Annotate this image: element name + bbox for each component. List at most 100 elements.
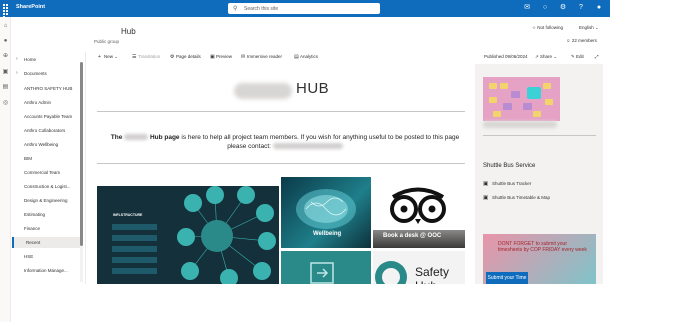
safety-label: Safety Hub — [415, 265, 450, 284]
translation-label: Translation — [138, 54, 161, 59]
search-icon: ⚲ — [233, 6, 238, 12]
redacted-name — [124, 134, 149, 141]
nav-item-construction-logistics[interactable]: Construction & Logist... — [12, 181, 80, 192]
language-selector[interactable]: English ⌄ — [579, 25, 599, 31]
redacted-site-name — [234, 83, 292, 99]
add-icon[interactable]: ⊕ — [2, 53, 9, 60]
app-rail: ⌂ ● ⊕ ▣ ▤ ◎ — [0, 17, 11, 322]
nav-scrollbar-thumb[interactable] — [80, 62, 83, 246]
site-subtitle: Public group — [94, 39, 120, 44]
nav-item-hse[interactable]: HSE — [12, 251, 80, 262]
keyboard-illustration — [483, 77, 560, 121]
preview-label: Preview — [216, 54, 233, 59]
help-icon[interactable]: ? — [576, 3, 586, 13]
intro-public: The — [110, 134, 123, 141]
immersive-reader-label: Immersive reader — [247, 54, 283, 59]
share-button[interactable]: ↗ Share ⌄ — [535, 54, 557, 60]
page-scrollbar[interactable] — [603, 64, 607, 284]
submit-time-button[interactable]: Submit your Time — [486, 272, 528, 284]
nav-item-recent[interactable]: Recent — [12, 237, 80, 248]
chevron-right-icon[interactable]: › — [16, 54, 18, 65]
home-icon[interactable]: ⌂ — [2, 23, 9, 30]
shuttle-heading: Shuttle Bus Service — [483, 163, 536, 169]
nav-item-bim[interactable]: BIM — [12, 153, 80, 164]
preview-button[interactable]: ▣Preview — [210, 54, 232, 60]
nav-item-anthro-collaborators[interactable]: Anthro Collaborators — [12, 125, 80, 136]
pink-keyboard-image[interactable] — [483, 77, 560, 121]
book-desk-tile[interactable]: Book a desk @ OOC — [373, 177, 465, 248]
search-box[interactable]: ⚲ Search this site — [228, 3, 380, 14]
globe-icon[interactable]: ● — [2, 38, 9, 45]
follow-button[interactable]: ☆ Not following — [532, 25, 563, 31]
edit-label: Edit — [576, 54, 584, 59]
wellbeing-tile[interactable]: Wellbeing — [281, 177, 371, 248]
link-label: Shuttle Bus Tracker — [492, 181, 532, 186]
share-icon: ↗ — [535, 54, 539, 59]
structure-tile[interactable]: INFLSTRUCTURE — [97, 186, 279, 284]
members-count[interactable]: ☺ 22 members — [566, 38, 597, 43]
teal-tile[interactable] — [281, 251, 371, 284]
follow-label: Not following — [537, 25, 564, 30]
translation-button[interactable]: ☰ Translation — [132, 54, 160, 60]
intro-hub-page: Hub page — [149, 134, 180, 141]
nav-item-anthro-wellbeing[interactable]: Anthro Wellbeing — [12, 139, 80, 150]
megaphone-icon[interactable]: ✉ — [522, 3, 532, 13]
divider — [483, 135, 596, 136]
suite-bar: SharePoint ⚲ Search this site ✉ ○ ⚙ ? ● — [0, 0, 610, 18]
bus-icon: ▣ — [483, 195, 489, 201]
new-label: New — [104, 54, 114, 59]
app-name[interactable]: SharePoint — [16, 4, 45, 10]
nav-item-estimating[interactable]: Estimating — [12, 209, 80, 220]
redacted-caption — [483, 121, 557, 128]
expand-icon[interactable]: ⤢ — [595, 54, 599, 59]
site-title[interactable]: Hub — [121, 27, 136, 36]
new-button[interactable]: + New ⌄ — [98, 54, 118, 60]
link-label: Shuttle Bus Timetable & Map — [492, 195, 551, 200]
nav-item-anthro-safety-hub[interactable]: ANTHRO SAFETY HUB — [12, 83, 80, 94]
bell-icon[interactable]: ○ — [540, 3, 550, 13]
intro-text: The Hub page is here to help all project… — [105, 133, 465, 151]
shuttle-timetable-link[interactable]: ▣ Shuttle Bus Timetable & Map — [483, 195, 550, 201]
brain-image — [296, 189, 356, 229]
page-details-button[interactable]: ⚙ Page details — [170, 54, 201, 60]
search-placeholder: Search this site — [244, 5, 279, 12]
nav-label: Documents — [24, 71, 47, 76]
nav-item-finance[interactable]: Finance — [12, 223, 80, 234]
immersive-reader-button[interactable]: ✉ Immersive reader — [241, 54, 282, 60]
language-label: English — [579, 25, 594, 30]
safety-hub-tile[interactable]: Safety Hub — [373, 251, 465, 284]
published-date: Published 09/06/2024 — [484, 54, 528, 59]
members-label: 22 members — [571, 38, 597, 43]
nav-item-home[interactable]: › Home — [12, 54, 80, 65]
nav-item-anthro-admin[interactable]: Anthro Admin — [12, 97, 80, 108]
chevron-right-icon[interactable]: › — [16, 68, 18, 79]
share-label: Share — [540, 54, 553, 59]
nav-item-accounts-payable[interactable]: Accounts Payable Team — [12, 111, 80, 122]
gear-icon[interactable]: ⚙ — [558, 3, 568, 13]
nav-item-documents[interactable]: › Documents — [12, 68, 80, 79]
arrow-box-icon — [310, 262, 334, 284]
app-launcher-icon[interactable] — [3, 4, 11, 18]
timesheet-promo-text: DONT FORGET to submit your timesheets by… — [498, 241, 587, 253]
structure-label: INFLSTRUCTURE — [113, 213, 143, 217]
redacted-email — [272, 143, 343, 150]
settings-icon[interactable]: ◎ — [2, 100, 9, 107]
analytics-label: Analytics — [300, 54, 319, 59]
analytics-button[interactable]: ▤Analytics — [294, 54, 318, 60]
pencil-icon: ✎ — [571, 54, 575, 59]
nav-item-design-engineering[interactable]: Design & Engineering — [12, 195, 80, 206]
document-icon[interactable]: ▣ — [2, 69, 9, 76]
wellbeing-label: Wellbeing — [313, 231, 342, 237]
page-heading: HUB — [296, 80, 330, 97]
structure-diagram — [97, 186, 279, 284]
divider — [97, 163, 465, 164]
divider — [97, 111, 465, 112]
left-nav: › Home › Documents ANTHRO SAFETY HUB Anthr… — [12, 52, 86, 284]
edit-button[interactable]: ✎ Edit — [571, 54, 584, 60]
nav-item-commercial-team[interactable]: Commercial Team — [12, 167, 80, 178]
nav-label: Home — [24, 57, 37, 62]
shuttle-tracker-link[interactable]: ▣ Shuttle Bus Tracker — [483, 181, 531, 187]
avatar[interactable]: ● — [594, 3, 604, 13]
nav-item-information-management[interactable]: Information Manage... — [12, 265, 80, 276]
news-icon[interactable]: ▤ — [2, 84, 9, 91]
